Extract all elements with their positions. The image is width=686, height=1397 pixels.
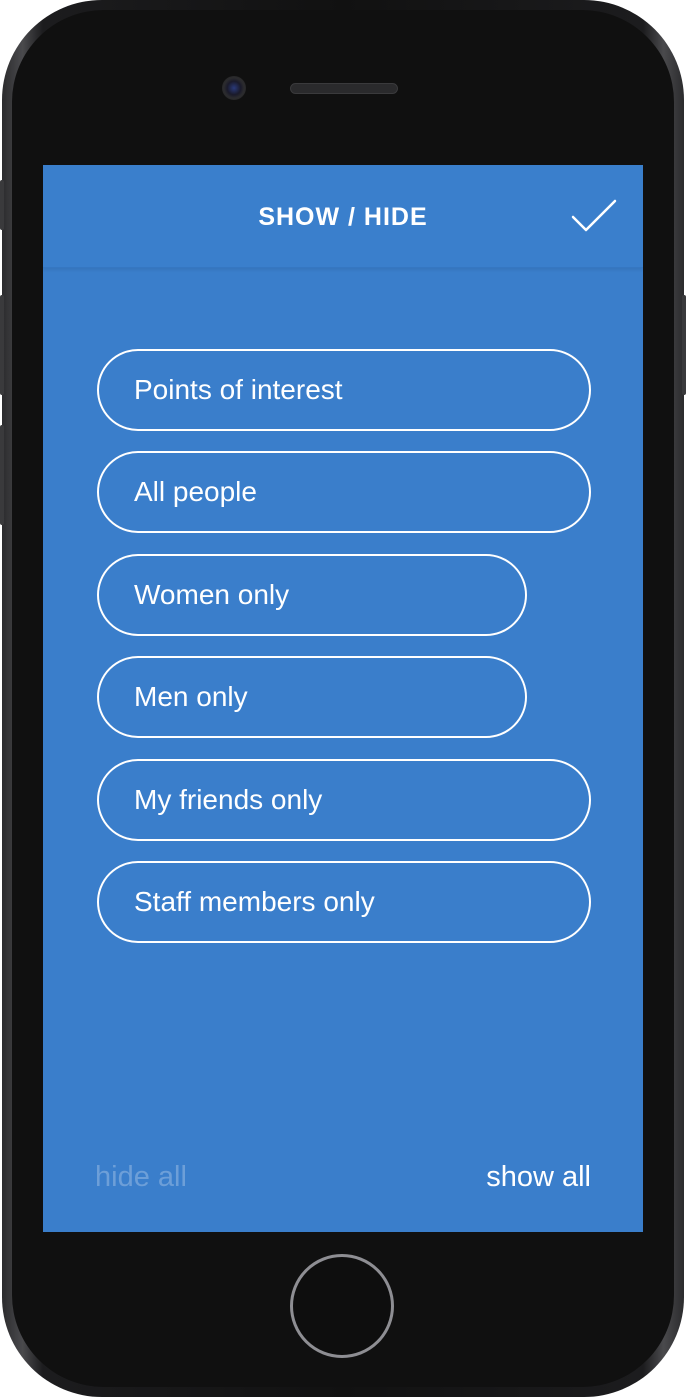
filter-option-men-only[interactable]: Men only [97, 656, 527, 738]
earpiece-speaker [290, 83, 398, 94]
volume-down-button [0, 425, 4, 525]
front-camera [222, 76, 246, 100]
home-button[interactable] [290, 1254, 394, 1358]
filter-option-women-only[interactable]: Women only [97, 554, 527, 636]
filter-option-staff-members-only[interactable]: Staff members only [97, 861, 591, 943]
show-all-button[interactable]: show all [486, 1161, 591, 1194]
filter-option-points-of-interest[interactable]: Points of interest [97, 349, 591, 431]
page-title: SHOW / HIDE [258, 203, 428, 231]
hide-all-button[interactable]: hide all [95, 1161, 187, 1194]
filter-option-all-people[interactable]: All people [97, 451, 591, 533]
top-bar: SHOW / HIDE [43, 165, 643, 268]
power-button [682, 295, 686, 395]
volume-up-button [0, 295, 4, 395]
mute-switch [0, 180, 4, 230]
check-icon[interactable] [571, 199, 617, 233]
app-screen: SHOW / HIDE Points of interest All peopl… [43, 165, 643, 1232]
filter-option-my-friends-only[interactable]: My friends only [97, 759, 591, 841]
